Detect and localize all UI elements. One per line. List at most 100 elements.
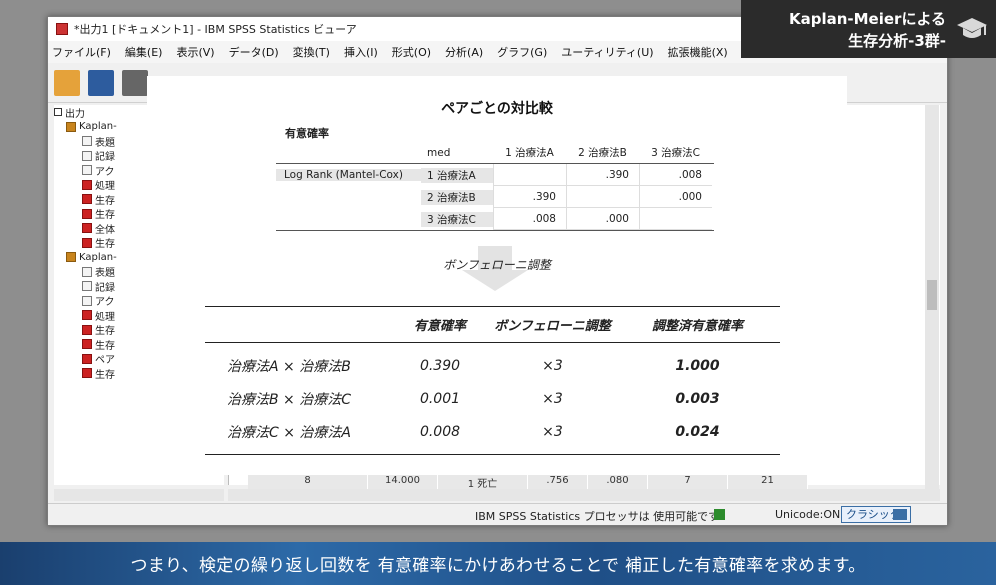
results-row: 治療法B × 治療法C 0.001 ×3 0.003 (205, 382, 780, 415)
tree-item-label: 出力 (65, 108, 85, 120)
cell: .756 (528, 475, 588, 489)
pair-cell: 治療法C × 治療法A (227, 424, 351, 441)
chart-icon (82, 179, 92, 190)
subtitle-text: つまり、検定の繰り返し回数を 有意確率にかけあわせることで 補正した有意確率を求… (130, 556, 866, 576)
cell: .080 (588, 475, 648, 489)
adj-cell: ×3 (542, 357, 563, 374)
book-icon (66, 121, 76, 132)
chart-icon (82, 208, 92, 219)
method-cell: Log Rank (Mantel-Cox) (276, 169, 421, 181)
chart-icon (82, 194, 92, 205)
tree-item-label: アク (95, 166, 115, 178)
vertical-scrollbar[interactable] (925, 105, 939, 491)
menu-extensions[interactable]: 拡張機能(X) (668, 44, 728, 60)
pair-cell: 治療法A × 治療法B (227, 358, 351, 375)
menu-file[interactable]: ファイル(F) (52, 44, 111, 60)
adjusted-results-table: 有意確率 ボンフェローニ調整 調整済有意確率 治療法A × 治療法B 0.390… (205, 306, 780, 455)
value-cell: .000 (566, 208, 639, 230)
chart-icon (82, 324, 92, 335)
value-cell: .008 (639, 164, 712, 186)
badge-line-2: 生存分析-3群- (848, 32, 946, 50)
tree-item-label: 処理 (95, 181, 115, 192)
menu-insert[interactable]: 挿入(I) (344, 44, 378, 60)
explanation-slide: ペアごとの対比較 有意確率 med 1 治療法A 2 治療法B 3 治療法C L… (147, 76, 847, 475)
bonferroni-label: ボンフェローニ調整 (443, 258, 551, 272)
slide-title: ペアごとの対比較 (441, 101, 553, 117)
tree-item-label: 生存 (95, 239, 115, 250)
tree-item-label: 表題 (95, 268, 115, 279)
menu-view[interactable]: 表示(V) (176, 44, 214, 60)
tree-item-label: アク (95, 297, 115, 308)
tree-item-label: Kaplan- (79, 251, 117, 263)
value-cell (493, 164, 566, 186)
chart-icon (82, 310, 92, 321)
tree-item-label: 記録 (95, 282, 115, 294)
tree-horizontal-scrollbar[interactable] (54, 489, 224, 501)
tree-item-label: ペア (95, 355, 115, 366)
value-cell: .390 (566, 164, 639, 186)
chart-icon (82, 237, 92, 248)
header-cell: ボンフェローニ調整 (494, 319, 611, 334)
adj-cell: ×3 (542, 423, 563, 440)
tree-item-label: 処理 (95, 311, 115, 323)
value-cell: .390 (493, 186, 566, 208)
cell: 21 (728, 475, 808, 489)
tree-item-label: 生存 (95, 210, 115, 221)
chart-icon (82, 223, 92, 234)
header-cell: 1 治療法A (505, 147, 554, 159)
row-label: 3 治療法C (421, 211, 493, 227)
spss-app-icon (56, 23, 68, 35)
classic-mode-button[interactable]: クラシック (841, 506, 911, 523)
menu-utilities[interactable]: ユーティリティ(U) (561, 44, 653, 60)
menu-graphs[interactable]: グラフ(G) (497, 44, 547, 60)
tree-item-label: 記録 (95, 152, 115, 163)
p-cell: 0.008 (419, 423, 461, 440)
adjusted-p-cell: 0.003 (675, 390, 720, 407)
table-row: 3 治療法C .008 .000 (276, 208, 714, 230)
p-cell: 0.390 (419, 357, 461, 374)
print-icon[interactable] (122, 69, 148, 96)
scrollbar-thumb[interactable] (927, 280, 937, 310)
value-cell: .008 (493, 208, 566, 230)
menu-transform[interactable]: 変換(T) (293, 44, 330, 60)
tree-item-label: 生存 (95, 340, 115, 352)
results-row: 治療法A × 治療法B 0.390 ×3 1.000 (205, 349, 780, 382)
row-label: 2 治療法B (421, 189, 493, 205)
subtitle-bar: つまり、検定の繰り返し回数を 有意確率にかけあわせることで 補正した有意確率を求… (0, 542, 996, 585)
menu-data[interactable]: データ(D) (229, 44, 279, 60)
content-horizontal-scrollbar[interactable] (228, 489, 940, 501)
lecture-badge: Kaplan-Meierによる 生存分析-3群- (741, 0, 996, 58)
cell: 7 (648, 475, 728, 489)
menu-format[interactable]: 形式(O) (392, 44, 431, 60)
document-icon (82, 266, 92, 277)
chart-icon (82, 368, 92, 379)
expand-icon (54, 108, 62, 117)
menu-analyze[interactable]: 分析(A) (445, 44, 483, 60)
document-icon (82, 165, 92, 176)
processor-icon (714, 509, 725, 520)
partial-table-row: 8 14.000 1 死亡 .756 .080 7 21 (248, 475, 808, 490)
tree-item-label: 全体 (95, 224, 115, 236)
menu-edit[interactable]: 編集(E) (125, 44, 163, 60)
document-icon (82, 295, 92, 306)
cell: 8 (248, 475, 368, 489)
tree-item-label: 生存 (95, 326, 115, 337)
header-cell: 有意確率 (413, 319, 466, 334)
document-icon (82, 281, 92, 292)
header-cell: 2 治療法B (578, 147, 627, 159)
results-header-row: 有意確率 ボンフェローニ調整 調整済有意確率 (205, 307, 780, 342)
header-cell: 調整済有意確率 (651, 319, 743, 334)
table-row: 2 治療法B .390 .000 (276, 186, 714, 208)
cell: 14.000 (368, 475, 438, 489)
adjusted-p-cell: 1.000 (675, 357, 720, 374)
window-title: *出力1 [ドキュメント1] - IBM SPSS Statistics ビュー… (74, 23, 357, 36)
unicode-status: Unicode:ON (775, 508, 841, 521)
open-folder-icon[interactable] (54, 69, 80, 96)
header-cell: 3 治療法C (651, 147, 700, 159)
rule-bottom (205, 454, 780, 455)
row-label: 1 治療法A (421, 167, 493, 183)
tree-item-label: 生存 (95, 369, 115, 381)
save-icon[interactable] (88, 69, 114, 96)
adj-cell: ×3 (542, 390, 563, 407)
table-row: Log Rank (Mantel-Cox) 1 治療法A .390 .008 (276, 164, 714, 186)
